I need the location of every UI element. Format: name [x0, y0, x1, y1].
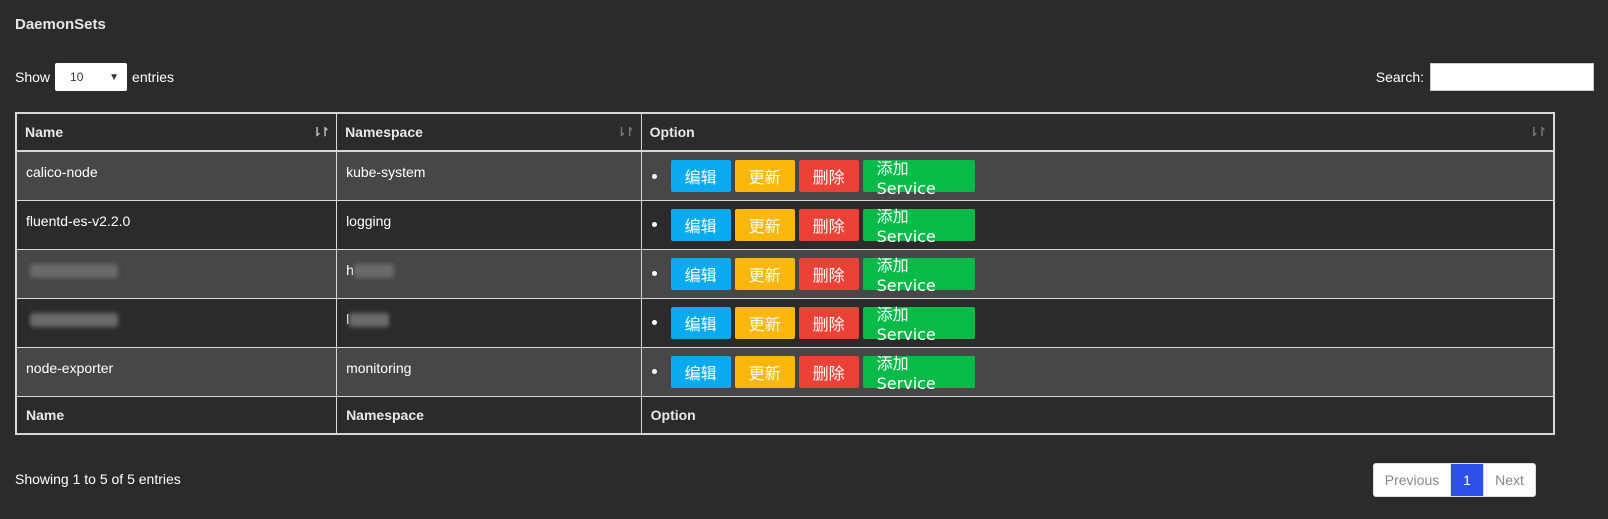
- bullet-icon: [651, 320, 657, 325]
- cell-option: 编辑 更新 删除 添加Service: [640, 150, 1555, 201]
- entries-length-control: Show 10 ▼ entries: [15, 63, 174, 91]
- add-service-button[interactable]: 添加Service: [862, 354, 975, 393]
- daemonset-namespace: logging: [346, 212, 392, 229]
- bullet-icon: [651, 369, 657, 374]
- entries-length-value: 10: [70, 70, 84, 84]
- add-service-button[interactable]: 添加Service: [862, 256, 975, 295]
- entries-length-select[interactable]: 10 ▼: [55, 63, 128, 91]
- length-prefix: Show: [15, 69, 51, 85]
- update-button[interactable]: 更新: [734, 160, 795, 192]
- sort-icon: ⇂↾: [616, 125, 635, 139]
- cell-namespace: logging: [336, 199, 642, 250]
- update-button[interactable]: 更新: [734, 306, 795, 339]
- cell-namespace: kube-system: [336, 150, 642, 201]
- add-service-button[interactable]: 添加Service: [862, 305, 975, 344]
- bullet-icon: [651, 173, 657, 179]
- update-button[interactable]: 更新: [734, 208, 795, 241]
- daemonset-name: fluentd-es-v2.2.0: [26, 212, 131, 229]
- sort-ascending-icon: ⇂↾: [311, 125, 330, 139]
- table-info: Showing 1 to 5 of 5 entries: [15, 471, 181, 487]
- edit-button[interactable]: 编辑: [670, 208, 731, 241]
- daemonset-name: node-exporter: [26, 359, 114, 376]
- cell-option: 编辑 更新 删除 添加Service: [640, 297, 1555, 348]
- cell-option: 编辑 更新 删除 添加Service: [640, 248, 1555, 299]
- update-button[interactable]: 更新: [734, 355, 795, 388]
- daemonset-name: calico-node: [26, 164, 98, 180]
- footer-column-namespace: Namespace: [336, 395, 642, 434]
- bullet-icon: [651, 222, 657, 227]
- chevron-down-icon: ▼: [109, 71, 120, 83]
- cell-name: calico-node: [15, 150, 338, 201]
- delete-button[interactable]: 删除: [798, 208, 859, 241]
- daemonsets-table: Name ⇂↾ Namespace ⇂↾ Option ⇂↾ calico-no…: [15, 112, 1555, 435]
- next-page-button[interactable]: Next: [1483, 464, 1535, 496]
- edit-button[interactable]: 编辑: [670, 257, 731, 290]
- delete-button[interactable]: 删除: [798, 257, 859, 290]
- table-row: h 编辑 更新 删除 添加Service: [15, 248, 1555, 299]
- delete-button[interactable]: 删除: [798, 160, 859, 192]
- table-row: calico-node kube-system 编辑 更新 删除 添加Service: [15, 150, 1555, 201]
- page-title: DaemonSets: [15, 16, 106, 33]
- redacted-blur: [30, 263, 118, 278]
- redacted-blur: [353, 263, 394, 278]
- table-row: l 编辑 更新 删除 添加Service: [15, 297, 1555, 348]
- daemonset-namespace: monitoring: [346, 359, 412, 376]
- footer-column-name: Name: [15, 395, 338, 434]
- column-header-name[interactable]: Name ⇂↾: [15, 112, 338, 152]
- page-1-button[interactable]: 1: [1451, 464, 1483, 496]
- table-row: fluentd-es-v2.2.0 logging 编辑 更新 删除 添加Service: [15, 199, 1555, 250]
- update-button[interactable]: 更新: [734, 257, 795, 290]
- search-input[interactable]: [1430, 63, 1594, 91]
- cell-name: fluentd-es-v2.2.0: [15, 199, 338, 250]
- cell-option: 编辑 更新 删除 添加Service: [640, 346, 1555, 397]
- sort-icon: ⇂↾: [1528, 125, 1547, 139]
- footer-column-option: Option: [640, 395, 1555, 434]
- previous-page-button[interactable]: Previous: [1374, 464, 1451, 496]
- cell-name: [15, 248, 338, 299]
- daemonset-namespace: kube-system: [346, 164, 426, 180]
- table-row: node-exporter monitoring 编辑 更新 删除 添加Service: [15, 346, 1555, 397]
- cell-namespace: l: [336, 297, 642, 348]
- pagination: Previous 1 Next: [1373, 463, 1536, 497]
- length-suffix: entries: [132, 69, 175, 85]
- cell-namespace: h: [336, 248, 642, 299]
- bullet-icon: [651, 271, 657, 276]
- redacted-blur: [30, 312, 118, 327]
- cell-option: 编辑 更新 删除 添加Service: [640, 199, 1555, 250]
- edit-button[interactable]: 编辑: [670, 355, 731, 388]
- cell-name: node-exporter: [15, 346, 338, 397]
- cell-namespace: monitoring: [336, 346, 642, 397]
- edit-button[interactable]: 编辑: [670, 306, 731, 339]
- daemonset-namespace: h: [346, 261, 354, 278]
- redacted-blur: [349, 312, 390, 327]
- delete-button[interactable]: 删除: [798, 306, 859, 339]
- search-label: Search:: [1375, 69, 1424, 85]
- column-header-namespace[interactable]: Namespace ⇂↾: [336, 112, 642, 152]
- add-service-button[interactable]: 添加Service: [862, 159, 975, 198]
- search-control: Search:: [1376, 63, 1594, 91]
- add-service-button[interactable]: 添加Service: [862, 207, 975, 246]
- edit-button[interactable]: 编辑: [670, 160, 731, 192]
- column-header-option[interactable]: Option ⇂↾: [640, 112, 1555, 152]
- delete-button[interactable]: 删除: [798, 355, 859, 388]
- cell-name: [15, 297, 338, 348]
